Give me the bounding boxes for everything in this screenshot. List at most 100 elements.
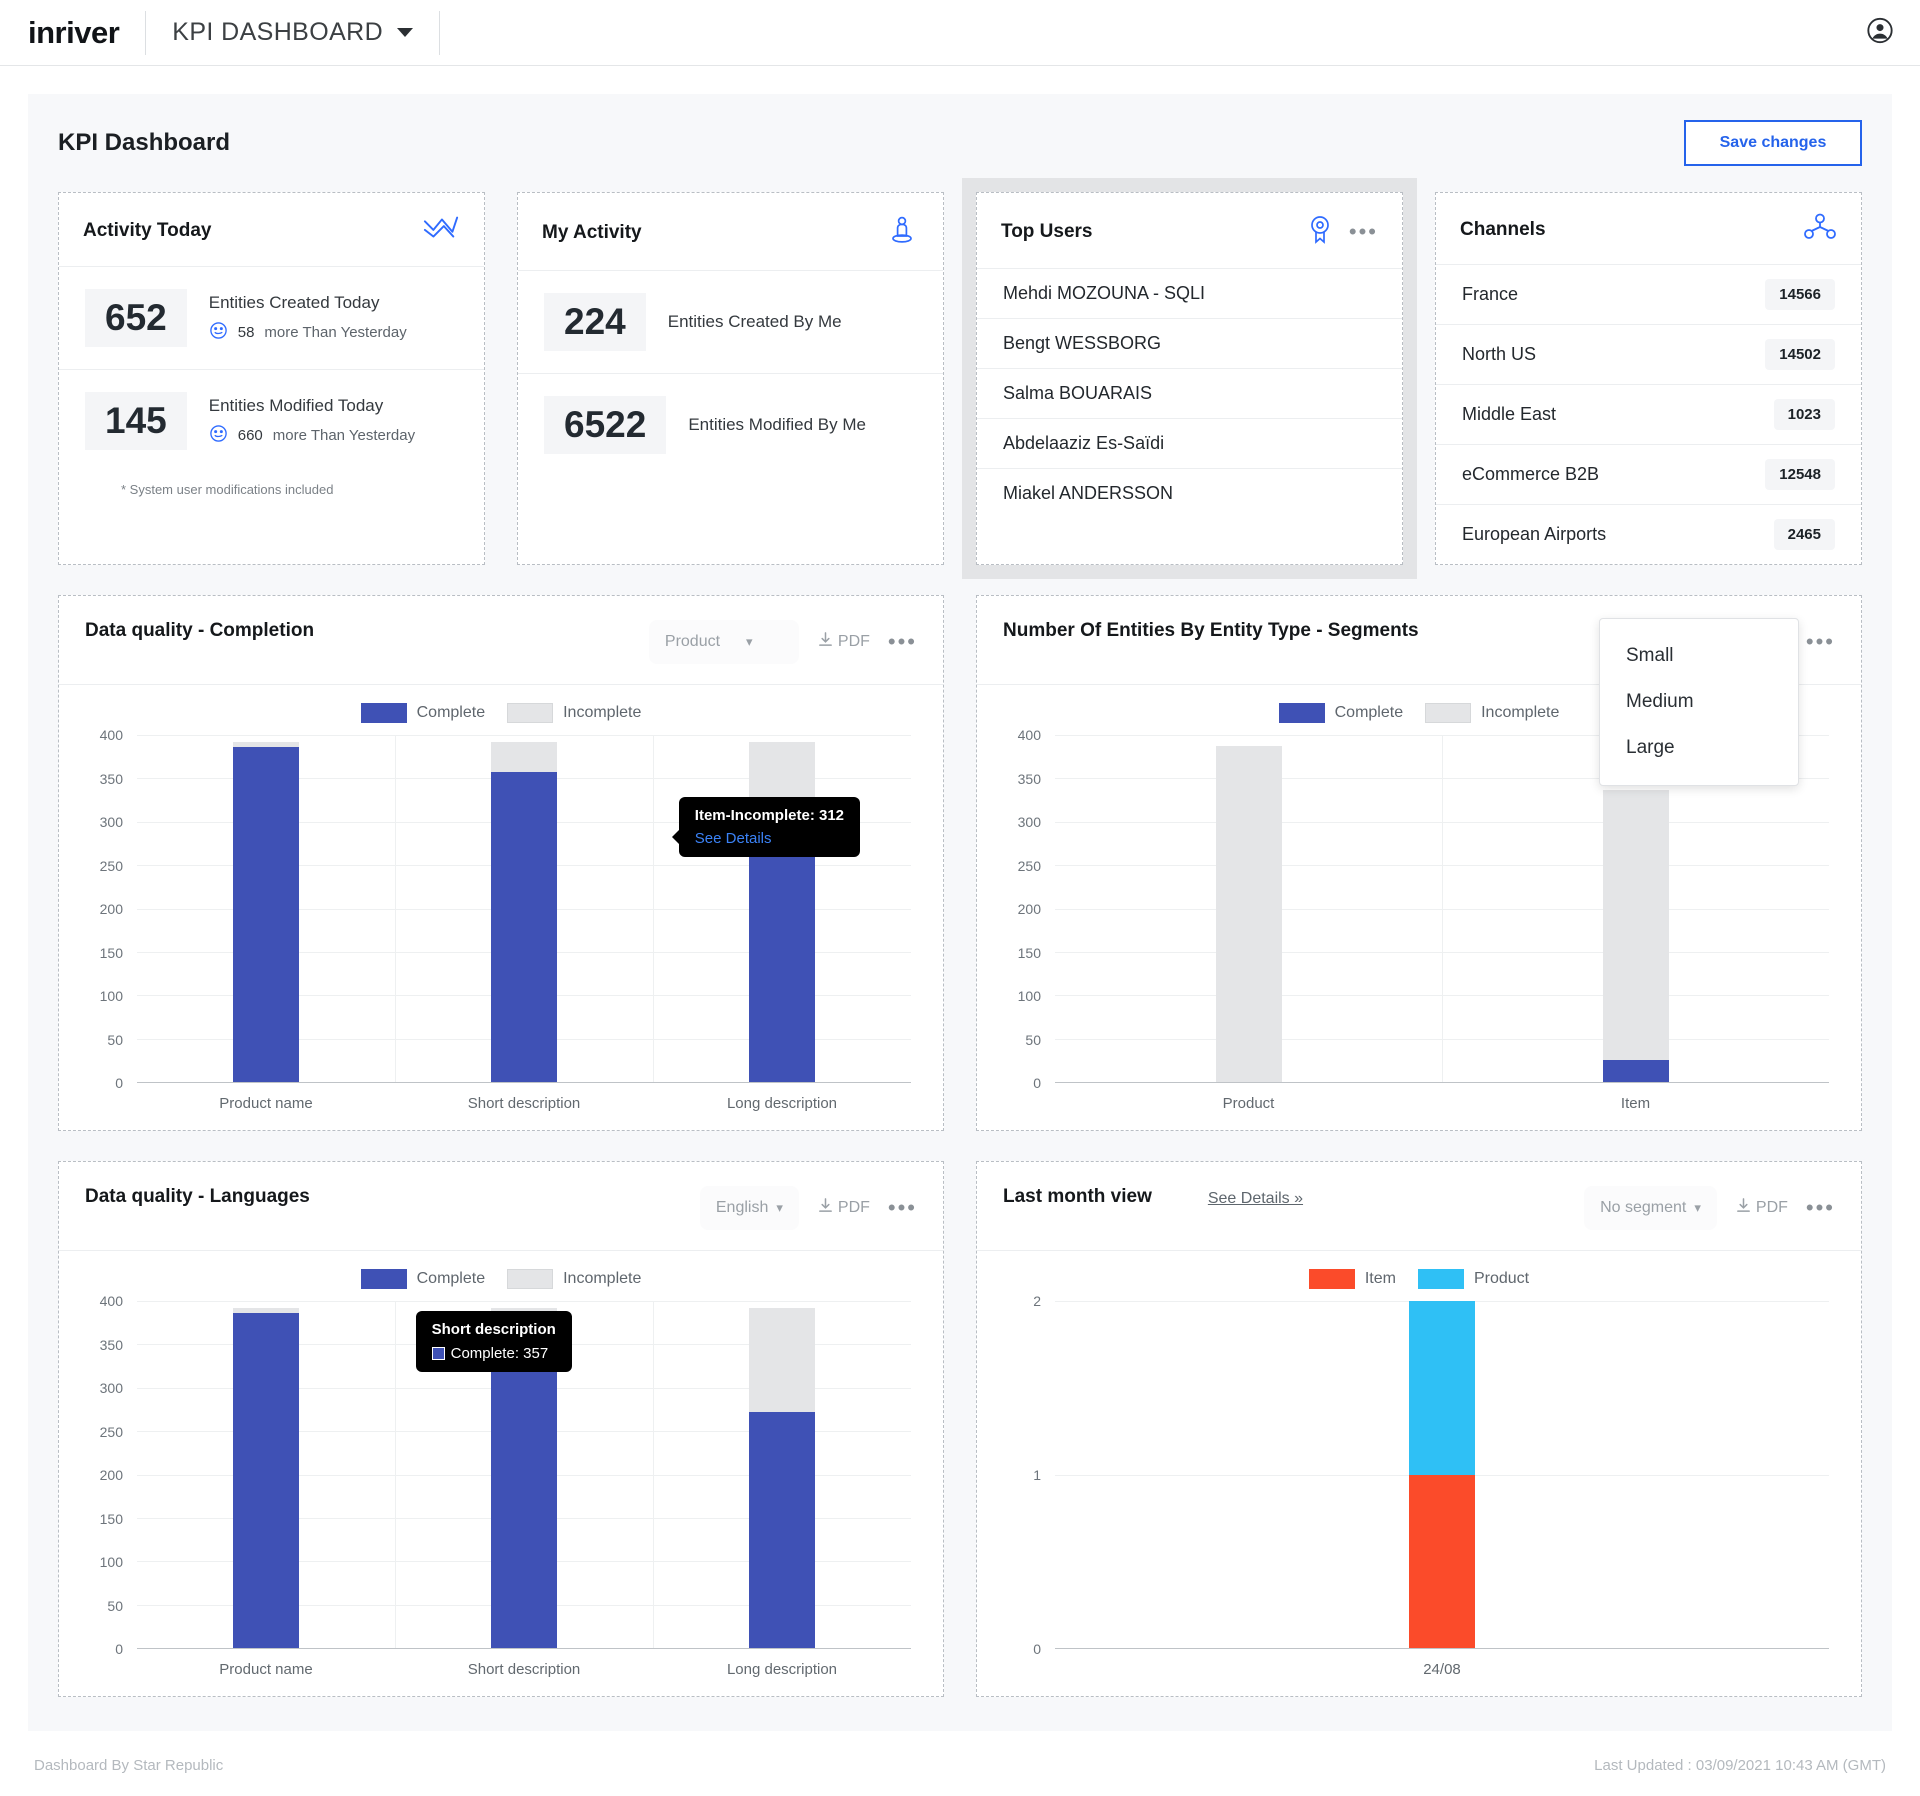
dropdown-item-medium[interactable]: Medium [1600, 679, 1798, 725]
metric-delta: 58 more Than Yesterday [209, 321, 407, 344]
table-row[interactable]: Middle East 1023 [1436, 384, 1861, 444]
bar-group-product-name[interactable] [137, 735, 395, 1082]
app-title-label: KPI DASHBOARD [172, 18, 383, 47]
table-row[interactable]: France 14566 [1436, 265, 1861, 324]
tooltip-title: Short description [432, 1321, 556, 1338]
list-item[interactable]: Bengt WESSBORG [977, 318, 1402, 368]
bar-group-item[interactable] [1442, 735, 1829, 1082]
more-options-icon[interactable]: ••• [1806, 637, 1835, 647]
save-changes-button[interactable]: Save changes [1684, 120, 1862, 166]
tooltip-title: Item-Incomplete: 312 [695, 807, 844, 824]
more-options-icon[interactable]: ••• [1349, 227, 1378, 237]
bar-group-product[interactable] [1055, 735, 1442, 1082]
account-circle-icon[interactable] [1866, 16, 1894, 49]
y-tick: 400 [100, 1293, 123, 1309]
legend-swatch-product [1418, 1269, 1464, 1289]
legend-item-incomplete[interactable]: Incomplete [507, 703, 641, 723]
chart-axes: 2 1 0 [1003, 1301, 1835, 1649]
list-item[interactable]: Abdelaaziz Es-Saïdi [977, 418, 1402, 468]
app-title-dropdown[interactable]: KPI DASHBOARD [172, 18, 413, 47]
legend-swatch-complete [361, 1269, 407, 1289]
export-pdf-button[interactable]: PDF [817, 631, 870, 653]
channels-card: Channels France 14566 North US 14502 Mid… [1435, 192, 1862, 565]
channel-count: 1023 [1774, 399, 1835, 430]
y-tick: 200 [100, 1467, 123, 1483]
chevron-down-icon: ▾ [776, 1200, 783, 1216]
bar-group-24-08[interactable] [1055, 1301, 1829, 1648]
legend-label: Product [1474, 1270, 1529, 1288]
more-options-icon[interactable]: ••• [888, 1203, 917, 1213]
y-tick: 400 [100, 727, 123, 743]
segment-select[interactable]: No segment ▾ [1584, 1186, 1717, 1230]
legend-item-product[interactable]: Product [1418, 1269, 1529, 1289]
legend-item-incomplete[interactable]: Incomplete [507, 1269, 641, 1289]
more-options-icon[interactable]: ••• [1806, 1203, 1835, 1213]
channel-name: France [1462, 284, 1518, 305]
x-tick: Item [1442, 1095, 1829, 1112]
language-select[interactable]: English ▾ [700, 1186, 799, 1230]
trend-line-icon [422, 213, 460, 248]
segment-size-dropdown[interactable]: Small Medium Large [1599, 618, 1799, 786]
bar-group-product-name[interactable] [137, 1301, 395, 1648]
see-details-link[interactable]: See Details [695, 830, 844, 847]
y-axis: 400 350 300 250 200 150 100 50 0 [1003, 735, 1049, 1083]
legend-swatch-item [1309, 1269, 1355, 1289]
list-item[interactable]: Salma BOUARAIS [977, 368, 1402, 418]
y-axis: 400 350 300 250 200 150 100 50 0 [85, 1301, 131, 1649]
tooltip-series-value: Complete: 357 [451, 1345, 549, 1362]
entities-by-entity-type-card: Number Of Entities By Entity Type - Segm… [976, 595, 1862, 1131]
dropdown-item-large[interactable]: Large [1600, 725, 1798, 771]
user-name: Mehdi MOZOUNA - SQLI [1003, 283, 1205, 304]
legend-label: Complete [1335, 704, 1403, 722]
entity-type-select[interactable]: Product ▾ [649, 620, 799, 664]
more-options-icon[interactable]: ••• [888, 637, 917, 647]
export-pdf-button[interactable]: PDF [817, 1197, 870, 1219]
delta-text: more Than Yesterday [273, 427, 415, 444]
card-title: Data quality - Languages [85, 1184, 310, 1210]
activity-row: 224 Entities Created By Me [518, 271, 943, 373]
top-users-card[interactable]: Top Users ••• Mehdi MOZOUNA - SQLI Bengt… [976, 192, 1403, 565]
delta-value: 58 [238, 324, 255, 341]
page-footer: Dashboard By Star Republic Last Updated … [0, 1731, 1920, 1796]
chart-grid [1055, 735, 1829, 1083]
award-badge-icon [1305, 213, 1335, 250]
bar-group-long-description[interactable] [653, 735, 911, 1082]
table-row[interactable]: North US 14502 [1436, 324, 1861, 384]
legend-item-complete[interactable]: Complete [361, 1269, 485, 1289]
chart-bars [1055, 735, 1829, 1082]
download-icon [817, 1197, 834, 1219]
chart-legend: Complete Incomplete [85, 703, 917, 723]
export-pdf-button[interactable]: PDF [1735, 1197, 1788, 1219]
legend-item-complete[interactable]: Complete [361, 703, 485, 723]
metric-label: Entities Created By Me [668, 312, 842, 332]
download-icon [817, 631, 834, 653]
chart-tooltip: Short description Complete: 357 [416, 1311, 572, 1372]
bar-group-short-description[interactable] [395, 735, 653, 1082]
y-tick: 100 [100, 1554, 123, 1570]
see-details-link[interactable]: See Details » [1208, 1186, 1303, 1208]
list-item[interactable]: Miakel ANDERSSON [977, 468, 1402, 518]
list-item[interactable]: Mehdi MOZOUNA - SQLI [977, 269, 1402, 318]
table-row[interactable]: European Airports 2465 [1436, 504, 1861, 564]
y-tick: 300 [1018, 814, 1041, 830]
y-tick: 300 [100, 1380, 123, 1396]
y-tick: 200 [1018, 901, 1041, 917]
y-tick: 50 [107, 1032, 123, 1048]
dropdown-item-small[interactable]: Small [1600, 633, 1798, 679]
y-tick: 1 [1033, 1467, 1041, 1483]
bar-group-long-description[interactable] [653, 1301, 911, 1648]
legend-item-incomplete[interactable]: Incomplete [1425, 703, 1559, 723]
activity-row: 652 Entities Created Today 58 more Than … [59, 267, 484, 369]
chart-plot-area: Complete Incomplete 400 350 300 250 200 … [59, 1251, 943, 1696]
tooltip-swatch-complete [432, 1347, 445, 1360]
user-name: Abdelaaziz Es-Saïdi [1003, 433, 1164, 454]
legend-swatch-incomplete [1425, 703, 1471, 723]
legend-item-complete[interactable]: Complete [1279, 703, 1403, 723]
user-name: Salma BOUARAIS [1003, 383, 1152, 404]
chart-axes: 400 350 300 250 200 150 100 50 0 [85, 1301, 917, 1649]
table-row[interactable]: eCommerce B2B 12548 [1436, 444, 1861, 504]
kpi-card-row: Activity Today 652 Entities Created Toda… [58, 192, 1862, 565]
legend-item-item[interactable]: Item [1309, 1269, 1396, 1289]
y-tick: 350 [100, 771, 123, 787]
x-tick: 24/08 [1055, 1661, 1829, 1678]
